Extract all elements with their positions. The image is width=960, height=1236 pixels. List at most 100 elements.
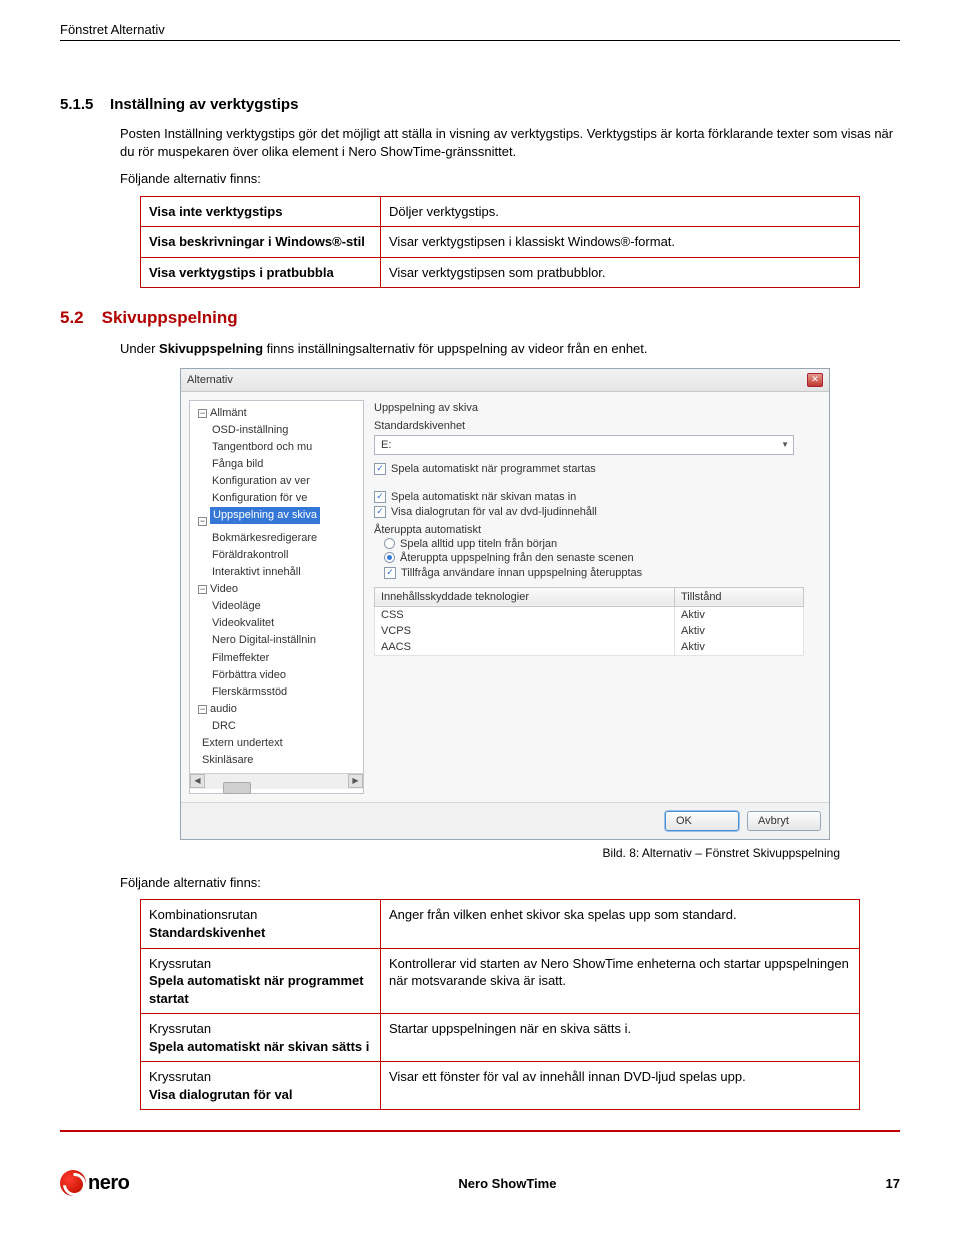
checkbox-label: Visa dialogrutan för val av dvd-ljudinne… xyxy=(391,506,597,518)
table-row: Visa verktygstips i pratbubbla Visar ver… xyxy=(141,257,860,288)
table-row: KryssrutanVisa dialogrutan för val Visar… xyxy=(141,1062,860,1110)
header-rule xyxy=(60,40,900,41)
cancel-button[interactable]: Avbryt xyxy=(747,811,821,831)
page-header: Fönstret Alternativ xyxy=(60,22,900,40)
tech-table: Innehållsskyddade teknologier Tillstånd … xyxy=(374,587,804,656)
tree-item[interactable]: Tangentbord och mu xyxy=(190,439,363,456)
tree-item[interactable]: Nero Digital-inställnin xyxy=(190,632,363,649)
checkbox-label: Spela automatiskt när programmet startas xyxy=(391,463,596,475)
table-row: AACSAktiv xyxy=(375,639,804,656)
section-515-num: 5.1.5 xyxy=(60,96,93,113)
cell: VCPS xyxy=(375,623,675,639)
scroll-thumb[interactable] xyxy=(223,782,251,794)
close-icon[interactable]: ✕ xyxy=(807,373,823,387)
tree-item[interactable]: Extern undertext xyxy=(190,735,363,752)
cell: Aktiv xyxy=(675,639,804,656)
tree-item[interactable]: Konfiguration för ve xyxy=(190,490,363,507)
tree-item[interactable]: Videoläge xyxy=(190,598,363,615)
table-row: KombinationsrutanStandardskivenhet Anger… xyxy=(141,900,860,948)
tree-item[interactable]: DRC xyxy=(190,718,363,735)
checkbox-label: Tillfråga användare innan uppspelning åt… xyxy=(401,567,642,579)
cell: CSS xyxy=(375,606,675,623)
checkbox-autorun-disc[interactable]: ✓ xyxy=(374,491,386,503)
radio-label: Spela alltid upp titeln från början xyxy=(400,538,557,550)
cell: Visa beskrivningar i Windows®-stil xyxy=(149,234,365,249)
tree-item[interactable]: Föräldrakontroll xyxy=(190,547,363,564)
collapse-icon[interactable]: − xyxy=(198,409,207,418)
dialog-alternativ: Alternativ ✕ −Allmänt OSD-inställning Ta… xyxy=(180,368,830,840)
footer-rule xyxy=(60,1130,900,1132)
drive-select[interactable]: E: ▼ xyxy=(374,435,794,455)
cell: KryssrutanSpela automatiskt när programm… xyxy=(141,948,381,1014)
radio-from-start[interactable] xyxy=(384,538,395,549)
tree-item[interactable]: Bokmärkesredigerare xyxy=(190,530,363,547)
table-52: KombinationsrutanStandardskivenhet Anger… xyxy=(140,899,860,1110)
label-standardskivenhet: Standardskivenhet xyxy=(374,420,821,432)
collapse-icon[interactable]: − xyxy=(198,517,207,526)
checkbox-ask-before-resume[interactable]: ✓ xyxy=(384,567,396,579)
cell: Anger från vilken enhet skivor ska spela… xyxy=(381,900,860,948)
cell: KryssrutanSpela automatiskt när skivan s… xyxy=(141,1014,381,1062)
tree-label: Allmänt xyxy=(210,407,247,419)
section-52-title: Skivuppspelning xyxy=(102,308,238,328)
tree-item-selected[interactable]: Uppspelning av skiva xyxy=(210,507,320,524)
table-row: CSSAktiv xyxy=(375,606,804,623)
logo-text: nero xyxy=(88,1172,129,1195)
tree-item[interactable]: Förbättra video xyxy=(190,667,363,684)
table-row: Visa inte verktygstips Döljer verktygsti… xyxy=(141,196,860,227)
scroll-left-icon[interactable]: ◀ xyxy=(190,774,205,788)
tree-label: Video xyxy=(210,583,238,595)
checkbox-autorun-program[interactable]: ✓ xyxy=(374,463,386,475)
section-52-para: Under Skivuppspelning finns inställnings… xyxy=(120,340,900,358)
tree-node-video[interactable]: −Video xyxy=(190,581,363,598)
cell: Visa inte verktygstips xyxy=(149,204,282,219)
cell: Döljer verktygstips. xyxy=(381,196,860,227)
cell: Visa verktygstips i pratbubbla xyxy=(149,265,334,280)
drive-value: E: xyxy=(381,439,391,451)
section-515-title: Inställning av verktygstips xyxy=(110,96,298,113)
tree-node-allmant[interactable]: −Allmänt xyxy=(190,405,363,422)
checkbox-label: Spela automatiskt när skivan matas in xyxy=(391,491,576,503)
table-row: KryssrutanSpela automatiskt när programm… xyxy=(141,948,860,1014)
radio-resume[interactable] xyxy=(384,552,395,563)
section-515-para2: Följande alternativ finns: xyxy=(120,170,900,188)
cell: KryssrutanVisa dialogrutan för val xyxy=(141,1062,381,1110)
horizontal-scrollbar[interactable]: ◀ ▶ xyxy=(190,773,363,789)
pane-title: Uppspelning av skiva xyxy=(374,402,821,414)
dialog-footer: OK Avbryt xyxy=(181,802,829,839)
page-footer: nero Nero ShowTime 17 xyxy=(60,1170,900,1216)
cell: Startar uppspelningen när en skiva sätts… xyxy=(381,1014,860,1062)
tree-label: audio xyxy=(210,703,237,715)
txt-bold: Skivuppspelning xyxy=(159,341,263,356)
section-52-num: 5.2 xyxy=(60,308,84,328)
collapse-icon[interactable]: − xyxy=(198,705,207,714)
tree-item[interactable]: Interaktivt innehåll xyxy=(190,564,363,581)
ok-button[interactable]: OK xyxy=(665,811,739,831)
flame-icon xyxy=(60,1170,86,1196)
txt: Under xyxy=(120,341,159,356)
right-pane: Uppspelning av skiva Standardskivenhet E… xyxy=(374,400,821,794)
section-52b-lead: Följande alternativ finns: xyxy=(120,874,900,892)
logo: nero xyxy=(60,1170,129,1196)
table-row: Visa beskrivningar i Windows®-stil Visar… xyxy=(141,227,860,258)
tree-item[interactable]: Flerskärmsstöd xyxy=(190,684,363,701)
chevron-down-icon: ▼ xyxy=(781,440,789,449)
tree-item[interactable]: Filmeffekter xyxy=(190,650,363,667)
radio-label: Återuppta uppspelning från den senaste s… xyxy=(400,552,634,564)
tree-item[interactable]: Fånga bild xyxy=(190,456,363,473)
tree-item[interactable]: Konfiguration av ver xyxy=(190,473,363,490)
section-52-heading: 5.2 Skivuppspelning xyxy=(60,308,900,328)
checkbox-dvd-audio-dialog[interactable]: ✓ xyxy=(374,506,386,518)
tree-item[interactable]: OSD-inställning xyxy=(190,422,363,439)
scroll-right-icon[interactable]: ▶ xyxy=(348,774,363,788)
cell: Visar verktygstipsen som pratbubblor. xyxy=(381,257,860,288)
tree-pane[interactable]: −Allmänt OSD-inställning Tangentbord och… xyxy=(189,400,364,794)
tree-item[interactable]: Videokvalitet xyxy=(190,615,363,632)
cell: Visar ett fönster för val av innehåll in… xyxy=(381,1062,860,1110)
tree-node-audio[interactable]: −audio xyxy=(190,701,363,718)
cell: Aktiv xyxy=(675,623,804,639)
figure-caption: Bild. 8: Alternativ – Fönstret Skivuppsp… xyxy=(60,846,840,860)
collapse-icon[interactable]: − xyxy=(198,585,207,594)
th-status: Tillstånd xyxy=(675,587,804,606)
tree-item[interactable]: Skinläsare xyxy=(190,752,363,769)
